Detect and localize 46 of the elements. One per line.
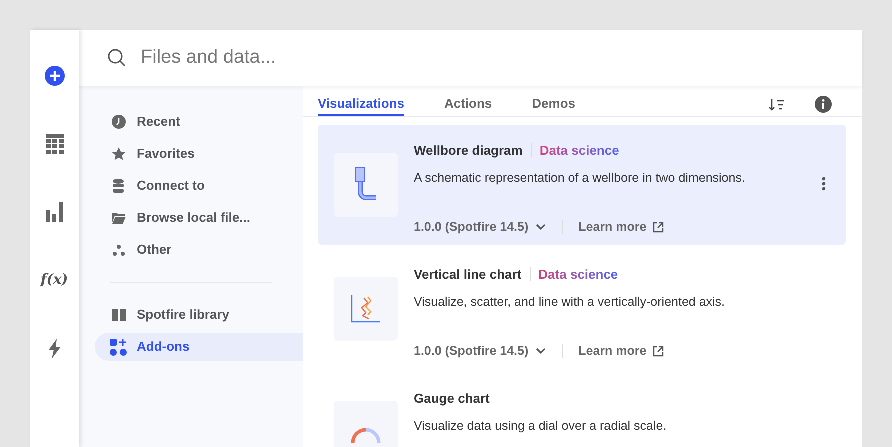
card-description: A schematic representation of a wellbore in two dimensions. [414,170,746,187]
visualization-card[interactable]: Wellbore diagram Data science A schematic representation of a wellbore in two dimensions. 1.0.0 (Spotfire 14.5) Learn more [318,124,846,244]
line-chart-icon [351,294,381,322]
search-bar[interactable]: Files and data... [79,30,862,86]
database-icon [113,179,124,193]
card-title: Wellbore diagram [414,142,523,160]
function-button[interactable]: f(x) [40,270,68,291]
more-options-icon[interactable] [822,176,826,190]
sidebar-item[interactable]: Recent [110,108,303,136]
sidebar-item[interactable]: Browse local file... [110,204,303,232]
tab[interactable]: Demos [532,94,576,116]
sidebar-item[interactable]: Connect to [110,172,303,200]
search-field[interactable]: Files and data... [141,44,834,72]
version-dropdown[interactable]: 1.0.0 (Spotfire 14.5) [414,342,546,360]
card-title: Vertical line chart [414,266,522,284]
lightning-icon[interactable] [48,339,60,359]
learn-more-link[interactable]: Learn more [578,342,664,360]
star-icon [112,147,126,161]
sidebar-item[interactable]: Add-ons [95,333,303,361]
tab[interactable]: Visualizations [318,94,404,116]
gauge-icon [350,426,382,442]
sort-icon[interactable] [769,98,785,112]
info-icon[interactable] [815,96,832,114]
add-ons-icon [110,338,127,356]
external-link-icon [652,346,664,357]
dots-icon [112,244,124,256]
search-icon [107,48,127,68]
book-icon [112,309,126,321]
sidebar-item[interactable]: Other [110,236,303,264]
card-description: Visualize data using a dial over a radial scale. [414,418,667,435]
bar-chart-icon[interactable] [46,202,63,222]
chevron-down-icon [536,224,546,230]
external-link-icon [652,222,664,233]
sidebar-item[interactable]: Spotfire library [110,301,303,329]
table-icon[interactable] [46,134,64,154]
clock-icon [112,115,126,129]
tab[interactable]: Actions [444,94,492,116]
card-title: Gauge chart [414,390,490,408]
learn-more-link[interactable]: Learn more [578,218,664,236]
folder-icon [112,212,126,224]
version-dropdown[interactable]: 1.0.0 (Spotfire 14.5) [414,218,546,236]
card-description: Visualize, scatter, and line with a vertically-oriented axis. [414,294,726,311]
sidebar-item[interactable]: Favorites [110,140,303,168]
add-icon[interactable] [44,66,64,86]
wellbore-icon [354,166,378,202]
chevron-down-icon [536,348,546,354]
